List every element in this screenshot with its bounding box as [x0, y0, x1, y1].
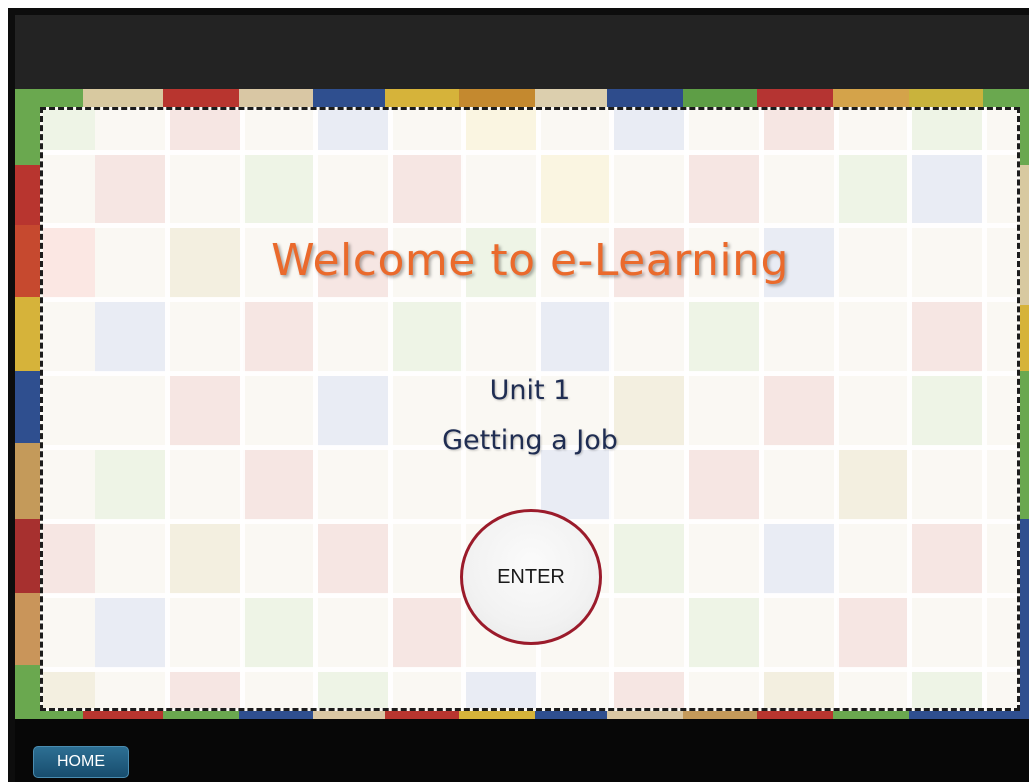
home-button-label: HOME: [57, 753, 105, 770]
welcome-title: Welcome to e-Learning: [271, 235, 789, 286]
enter-button[interactable]: ENTER: [460, 509, 602, 645]
quilt-background: Welcome to e-Learning Unit 1 Getting a J…: [15, 89, 1029, 719]
bottom-bar: HOME: [15, 719, 1029, 782]
app-frame: Welcome to e-Learning Unit 1 Getting a J…: [8, 8, 1029, 782]
unit-label: Unit 1: [489, 375, 571, 406]
top-bar: [15, 15, 1029, 89]
unit-subtitle: Getting a Job: [442, 425, 618, 456]
enter-button-label: ENTER: [497, 565, 565, 588]
content-panel: Welcome to e-Learning Unit 1 Getting a J…: [40, 107, 1020, 711]
home-button[interactable]: HOME: [33, 746, 129, 778]
